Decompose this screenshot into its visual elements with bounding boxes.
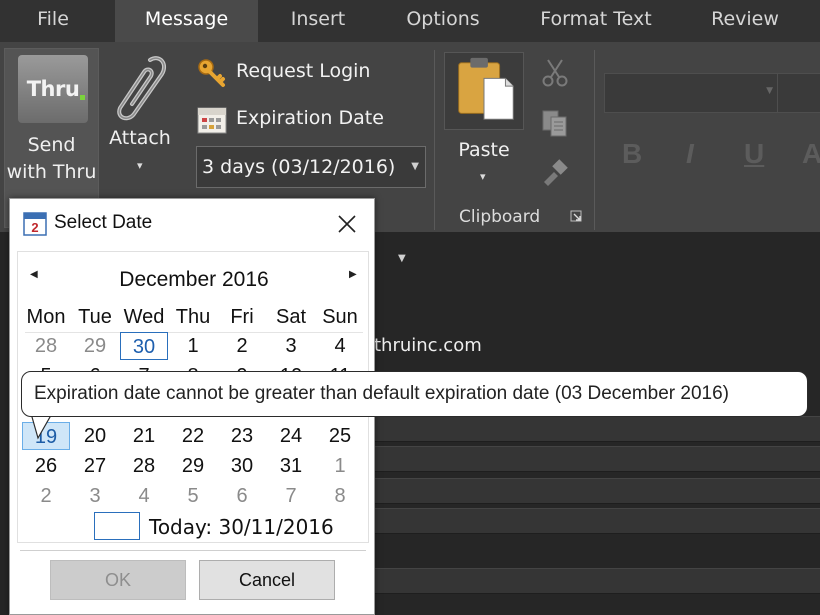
calendar-day[interactable]: 31 xyxy=(267,452,315,480)
message-field[interactable] xyxy=(374,416,820,442)
font-name-select[interactable]: ▼ xyxy=(604,73,780,113)
calendar-day[interactable]: 24 xyxy=(267,422,315,450)
paperclip-icon[interactable] xyxy=(110,52,170,124)
calendar-day[interactable]: 21 xyxy=(120,422,168,450)
weekday-header: Thu xyxy=(175,306,211,328)
calendar-day[interactable]: 8 xyxy=(316,482,364,510)
calendar-day[interactable]: 29 xyxy=(169,452,217,480)
calendar-day[interactable]: 6 xyxy=(218,482,266,510)
dialog-launcher-icon[interactable] xyxy=(570,210,582,222)
calendar-day[interactable]: 26 xyxy=(22,452,70,480)
calendar-day[interactable]: 29 xyxy=(71,332,119,360)
dialog-divider xyxy=(20,550,366,551)
font-color-button[interactable]: A xyxy=(802,138,820,170)
calendar-icon xyxy=(197,107,227,134)
weekday-header: Fri xyxy=(230,306,254,328)
calendar-day[interactable]: 23 xyxy=(218,422,266,450)
weekday-header: Sat xyxy=(275,306,307,328)
tab-options[interactable]: Options xyxy=(384,0,502,42)
calendar-day[interactable]: 5 xyxy=(169,482,217,510)
thru-logo-dot xyxy=(80,95,85,100)
today-link[interactable]: Today: 30/11/2016 xyxy=(149,515,334,539)
calendar-day[interactable]: 22 xyxy=(169,422,217,450)
calendar-day[interactable]: 3 xyxy=(71,482,119,510)
today-marker[interactable] xyxy=(94,512,140,540)
tab-insert[interactable]: Insert xyxy=(268,0,368,42)
dialog-title: Select Date xyxy=(54,212,153,233)
clipboard-paste-icon xyxy=(458,57,514,120)
ribbon-tab-bar: File Message Insert Options Format Text … xyxy=(0,0,820,42)
calendar-day[interactable]: 1 xyxy=(169,332,217,360)
copy-icon[interactable] xyxy=(540,108,570,138)
expiration-date-button[interactable]: Expiration Date xyxy=(196,103,396,137)
tab-review[interactable]: Review xyxy=(690,0,800,42)
paste-dropdown-icon[interactable]: ▾ xyxy=(480,170,486,183)
bold-button[interactable]: B xyxy=(622,138,642,170)
expiration-select[interactable]: 3 days (03/12/2016) ▼ xyxy=(196,146,426,188)
calendar-day[interactable]: 27 xyxy=(71,452,119,480)
send-label-line2: with Thru xyxy=(6,161,97,183)
paste-button[interactable] xyxy=(444,52,524,130)
underline-button[interactable]: U xyxy=(744,138,764,170)
calendar-day[interactable]: 2 xyxy=(218,332,266,360)
request-login-label: Request Login xyxy=(236,60,371,82)
from-address-text: thruinc.com xyxy=(374,335,482,356)
thru-logo-text: Thru xyxy=(26,77,80,101)
cancel-button[interactable]: Cancel xyxy=(199,560,335,600)
calendar-day[interactable]: 25 xyxy=(316,422,364,450)
calendar-day[interactable]: 30 xyxy=(218,452,266,480)
tab-message[interactable]: Message xyxy=(115,0,258,42)
italic-button[interactable]: I xyxy=(686,138,694,170)
format-painter-icon[interactable] xyxy=(540,158,570,188)
chevron-down-icon[interactable]: ▼ xyxy=(398,253,406,264)
chevron-down-icon: ▼ xyxy=(411,161,419,172)
paste-label: Paste xyxy=(458,139,510,161)
calendar-icon: 2 xyxy=(23,212,47,236)
weekday-header: Wed xyxy=(123,306,165,328)
tab-format-text[interactable]: Format Text xyxy=(522,0,670,42)
key-icon xyxy=(198,59,225,87)
month-title[interactable]: December 2016 xyxy=(18,268,370,292)
close-icon[interactable] xyxy=(334,211,360,237)
svg-text:2: 2 xyxy=(31,220,38,235)
thru-logo: Thru xyxy=(18,55,88,123)
message-field[interactable] xyxy=(374,446,820,472)
calendar-day[interactable]: 28 xyxy=(22,332,70,360)
ribbon-separator xyxy=(594,50,595,230)
message-field[interactable] xyxy=(374,478,820,504)
calendar-day[interactable]: 3 xyxy=(267,332,315,360)
request-login-button[interactable]: Request Login xyxy=(196,56,396,90)
calendar-day[interactable]: 20 xyxy=(71,422,119,450)
message-field[interactable] xyxy=(374,508,820,534)
next-month-icon[interactable]: ▶ xyxy=(349,269,357,280)
send-label-line1: Send xyxy=(27,134,76,156)
calendar-day[interactable]: 4 xyxy=(316,332,364,360)
font-size-select[interactable] xyxy=(777,73,820,113)
expiration-date-label: Expiration Date xyxy=(236,107,384,129)
calendar-day[interactable]: 1 xyxy=(316,452,364,480)
cut-icon[interactable] xyxy=(540,58,570,88)
ok-button[interactable]: OK xyxy=(50,560,186,600)
calendar-day[interactable]: 4 xyxy=(120,482,168,510)
calendar-day[interactable]: 28 xyxy=(120,452,168,480)
calendar-day[interactable]: 7 xyxy=(267,482,315,510)
attach-button[interactable]: Attach xyxy=(104,124,176,152)
calendar-day[interactable]: 2 xyxy=(22,482,70,510)
weekday-header: Sun xyxy=(322,306,358,328)
error-tooltip: Expiration date cannot be greater than d… xyxy=(21,371,808,417)
tab-file[interactable]: File xyxy=(0,0,106,42)
chevron-down-icon: ▼ xyxy=(766,86,773,96)
attach-dropdown-icon[interactable]: ▾ xyxy=(137,159,143,172)
clipboard-group-label: Clipboard xyxy=(459,207,541,227)
expiration-select-value: 3 days (03/12/2016) xyxy=(202,156,396,178)
weekday-header: Mon xyxy=(26,306,66,328)
calendar-day-today[interactable]: 30 xyxy=(120,332,168,360)
weekday-header: Tue xyxy=(78,306,112,328)
message-field[interactable] xyxy=(374,568,820,594)
ribbon-separator xyxy=(434,50,435,230)
